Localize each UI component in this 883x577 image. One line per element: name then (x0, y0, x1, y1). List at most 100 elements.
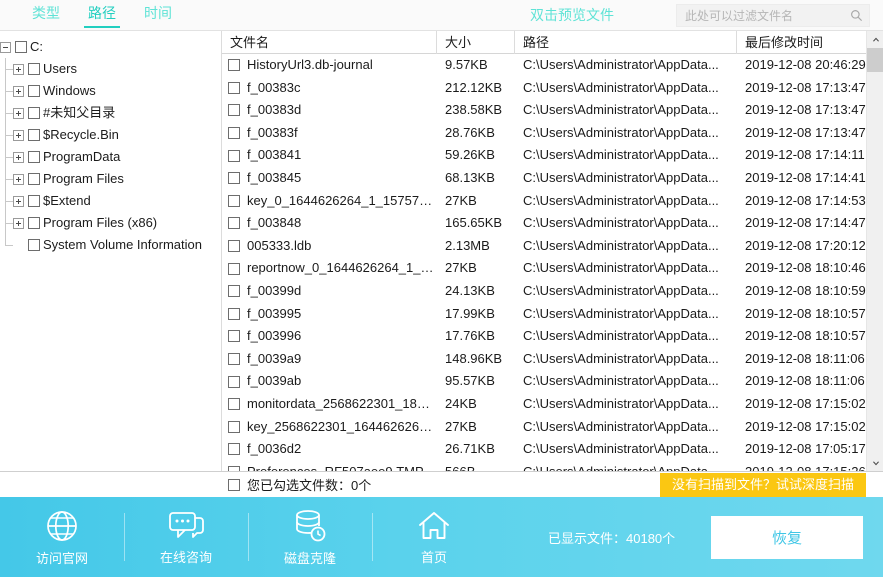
tab-path[interactable]: 路径 (74, 0, 130, 31)
footer-visit-website[interactable]: 访问官网 (0, 497, 124, 577)
row-checkbox[interactable] (228, 172, 240, 184)
file-list-scrollbar[interactable] (866, 31, 883, 471)
tree-node-checkbox[interactable] (28, 173, 40, 185)
table-row[interactable]: f_003848165.65KBC:\Users\Administrator\A… (222, 212, 866, 235)
row-checkbox[interactable] (228, 443, 240, 455)
tree-node[interactable]: Program Files (x86) (0, 212, 221, 234)
tree-node-checkbox[interactable] (28, 63, 40, 75)
row-checkbox[interactable] (228, 421, 240, 433)
table-row[interactable]: reportnow_0_1644626264_1_15...27KBC:\Use… (222, 257, 866, 280)
expand-icon[interactable] (13, 108, 24, 119)
tab-time[interactable]: 时间 (130, 0, 186, 31)
table-row[interactable]: f_00399d24.13KBC:\Users\Administrator\Ap… (222, 280, 866, 303)
table-row[interactable]: 005333.ldb2.13MBC:\Users\Administrator\A… (222, 235, 866, 258)
directory-tree[interactable]: C:UsersWindows#未知父目录$Recycle.BinProgramD… (0, 31, 222, 471)
tree-node-checkbox[interactable] (28, 239, 40, 251)
tree-node[interactable]: Windows (0, 80, 221, 102)
row-checkbox[interactable] (228, 82, 240, 94)
cell-time: 2019-12-08 18:10:46 (737, 257, 866, 280)
column-header-path[interactable]: 路径 (515, 31, 737, 54)
column-header-time[interactable]: 最后修改时间 (737, 31, 866, 54)
tab-type[interactable]: 类型 (18, 0, 74, 31)
table-row[interactable]: f_00383d238.58KBC:\Users\Administrator\A… (222, 99, 866, 122)
row-checkbox[interactable] (228, 217, 240, 229)
recover-button[interactable]: 恢复 (711, 516, 863, 559)
cell-size: 24KB (437, 393, 515, 416)
tree-node[interactable]: System Volume Information (0, 234, 221, 256)
table-row[interactable]: HistoryUrl3.db-journal9.57KBC:\Users\Adm… (222, 54, 866, 77)
scroll-up-button[interactable] (867, 31, 883, 48)
table-row[interactable]: f_00399617.76KBC:\Users\Administrator\Ap… (222, 325, 866, 348)
row-checkbox[interactable] (228, 376, 240, 388)
tree-node[interactable]: #未知父目录 (0, 102, 221, 124)
row-checkbox[interactable] (228, 308, 240, 320)
table-row[interactable]: f_00383f28.76KBC:\Users\Administrator\Ap… (222, 122, 866, 145)
column-header-name[interactable]: 文件名 (222, 31, 437, 54)
file-name-label: f_00399d (247, 280, 301, 303)
expand-icon[interactable] (13, 218, 24, 229)
tree-node[interactable]: Users (0, 58, 221, 80)
row-checkbox[interactable] (228, 398, 240, 410)
tree-node[interactable]: Program Files (0, 168, 221, 190)
scroll-down-button[interactable] (867, 454, 883, 471)
footer-disk-clone[interactable]: 磁盘克隆 (248, 497, 372, 577)
scrollbar-thumb[interactable] (867, 48, 883, 72)
select-all-checkbox[interactable] (228, 479, 240, 491)
table-row[interactable]: f_00399517.99KBC:\Users\Administrator\Ap… (222, 303, 866, 326)
scrollbar-track[interactable] (867, 48, 883, 454)
table-row[interactable]: f_00384159.26KBC:\Users\Administrator\Ap… (222, 144, 866, 167)
tree-node-checkbox[interactable] (28, 107, 40, 119)
row-checkbox[interactable] (228, 59, 240, 71)
tree-node[interactable]: $Extend (0, 190, 221, 212)
row-checkbox[interactable] (228, 285, 240, 297)
tree-node-checkbox[interactable] (28, 151, 40, 163)
row-checkbox[interactable] (228, 195, 240, 207)
cell-time: 2019-12-08 18:10:57 (737, 303, 866, 326)
tree-node-checkbox[interactable] (28, 129, 40, 141)
tree-node-checkbox[interactable] (28, 195, 40, 207)
row-checkbox[interactable] (228, 240, 240, 252)
expand-icon[interactable] (13, 130, 24, 141)
table-row[interactable]: key_0_1644626264_1_1575796...27KBC:\User… (222, 190, 866, 213)
file-name-label: f_003996 (247, 325, 301, 348)
collapse-icon[interactable] (0, 42, 11, 53)
tree-node[interactable]: $Recycle.Bin (0, 124, 221, 146)
row-checkbox[interactable] (228, 104, 240, 116)
expand-icon[interactable] (13, 64, 24, 75)
table-row[interactable]: f_00384568.13KBC:\Users\Administrator\Ap… (222, 167, 866, 190)
row-checkbox[interactable] (228, 150, 240, 162)
expand-icon[interactable] (13, 152, 24, 163)
row-checkbox[interactable] (228, 263, 240, 275)
file-list-rows[interactable]: HistoryUrl3.db-journal9.57KBC:\Users\Adm… (222, 54, 866, 471)
table-row[interactable]: f_0039ab95.57KBC:\Users\Administrator\Ap… (222, 370, 866, 393)
expand-icon[interactable] (13, 196, 24, 207)
expand-icon[interactable] (13, 86, 24, 97)
row-checkbox[interactable] (228, 127, 240, 139)
deep-scan-banner[interactable]: 没有扫描到文件？试试深度扫描 (660, 473, 866, 497)
cell-time: 2019-12-08 20:46:29 (737, 54, 866, 77)
cell-name: f_00399d (222, 280, 437, 303)
search-input[interactable] (683, 8, 850, 24)
tree-node-checkbox[interactable] (28, 85, 40, 97)
expand-icon[interactable] (13, 174, 24, 185)
tree-node[interactable]: ProgramData (0, 146, 221, 168)
table-row[interactable]: key_2568622301_1644626264_...27KBC:\User… (222, 416, 866, 439)
footer-online-consult[interactable]: 在线咨询 (124, 497, 248, 577)
file-name-label: HistoryUrl3.db-journal (247, 54, 373, 77)
table-row[interactable]: f_0039a9148.96KBC:\Users\Administrator\A… (222, 348, 866, 371)
table-row[interactable]: f_00383c212.12KBC:\Users\Administrator\A… (222, 77, 866, 100)
row-checkbox[interactable] (228, 353, 240, 365)
column-header-size[interactable]: 大小 (437, 31, 515, 54)
filter-search-box[interactable] (676, 4, 870, 27)
footer-home[interactable]: 首页 (372, 497, 496, 577)
table-row[interactable]: Preferences~RF507aee9.TMP566BC:\Users\Ad… (222, 461, 866, 471)
table-row[interactable]: f_0036d226.71KBC:\Users\Administrator\Ap… (222, 438, 866, 461)
table-row[interactable]: monitordata_2568622301_1823824KBC:\Users… (222, 393, 866, 416)
cell-path: C:\Users\Administrator\AppData... (515, 416, 737, 439)
row-checkbox[interactable] (228, 330, 240, 342)
tree-node-checkbox[interactable] (28, 217, 40, 229)
cell-size: 566B (437, 461, 515, 471)
tree-node-checkbox[interactable] (15, 41, 27, 53)
tree-node[interactable]: C: (0, 36, 221, 58)
cell-path: C:\Users\Administrator\AppData... (515, 393, 737, 416)
